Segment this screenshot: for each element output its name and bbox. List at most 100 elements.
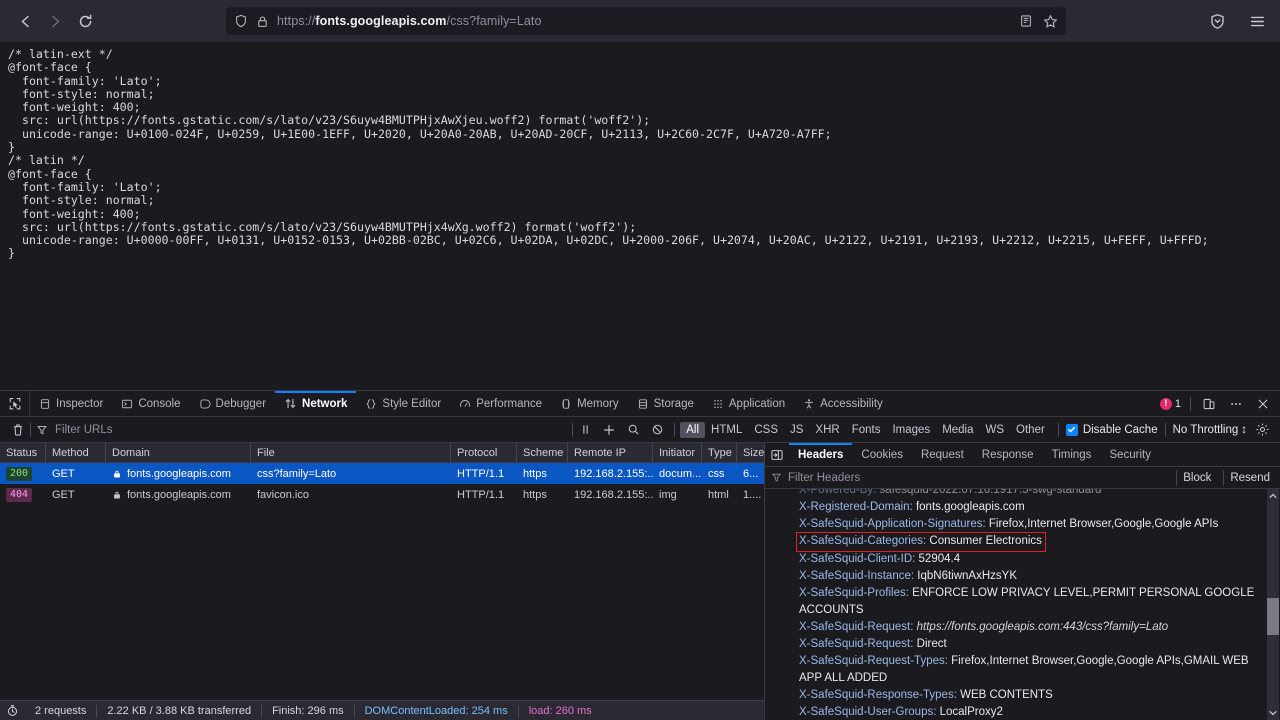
header-row[interactable]: X-SafeSquid-Request: Direct [773,636,1264,653]
column-header-size[interactable]: Size [737,443,765,462]
table-row[interactable]: 404 GET fonts.googleapis.com favicon.ico… [0,484,764,505]
lock-icon[interactable] [256,15,269,28]
header-row[interactable]: X-Powered-By: safesquid-2022.07.16.1917.… [773,489,1264,499]
details-tab-cookies[interactable]: Cookies [852,443,912,466]
element-picker-icon[interactable] [0,391,30,416]
tab-debugger[interactable]: Debugger [190,391,276,416]
column-header-initiator[interactable]: Initiator [653,443,702,462]
throttling-label: No Throttling [1172,423,1239,436]
table-row[interactable]: 200 GET fonts.googleapis.com css?family=… [0,463,764,484]
header-row-highlighted[interactable]: X-SafeSquid-Categories: Consumer Electro… [773,532,1264,552]
reader-view-icon[interactable] [1019,14,1033,28]
cell-protocol: HTTP/1.1 [457,467,505,480]
hamburger-menu-icon[interactable] [1244,8,1270,34]
address-bar[interactable]: https://fonts.googleapis.com/css?family=… [226,7,1066,35]
stopwatch-icon[interactable] [4,704,25,717]
tab-storage[interactable]: Storage [628,391,703,416]
shield-icon[interactable] [234,14,248,28]
star-icon[interactable] [1043,14,1058,29]
headers-scrollbar[interactable] [1267,489,1279,720]
scrollbar-track[interactable] [1267,503,1279,706]
tab-label: Debugger [215,397,267,410]
chevron-down-icon[interactable] [1268,706,1278,720]
tab-network[interactable]: Network [275,391,357,416]
header-row[interactable]: X-Registered-Domain: fonts.googleapis.co… [773,499,1264,516]
close-icon[interactable] [1254,395,1272,413]
filter-ws[interactable]: WS [980,422,1011,438]
column-header-file[interactable]: File [251,443,451,462]
tab-application[interactable]: Application [703,391,794,416]
header-name: X-SafeSquid-Request: [799,638,914,650]
tab-inspector[interactable]: Inspector [30,391,112,416]
headers-filter-placeholder[interactable]: Filter Headers [788,472,1170,484]
network-table-header: Status Method Domain File Protocol Schem… [0,443,765,463]
details-tab-headers[interactable]: Headers [789,443,853,466]
cell-remote-ip: 192.168.2.155:... [574,467,653,480]
tab-accessibility[interactable]: Accessibility [794,391,892,416]
header-name: X-SafeSquid-Categories: [799,535,927,547]
header-row[interactable]: X-SafeSquid-Instance: IqbN6tiwnAxHzsYK [773,568,1264,585]
header-row[interactable]: X-SafeSquid-Response-Types: WEB CONTENTS [773,687,1264,704]
resend-button[interactable]: Resend [1223,469,1276,486]
column-header-remote-ip[interactable]: Remote IP [568,443,653,462]
header-row[interactable]: X-SafeSquid-Client-ID: 52904.4 [773,551,1264,568]
error-count-badge[interactable]: ! 1 [1159,397,1181,410]
header-row[interactable]: X-SafeSquid-Request-Types: Firefox,Inter… [773,653,1264,687]
column-header-status[interactable]: Status [0,443,46,462]
filter-html[interactable]: HTML [705,422,748,438]
header-name: X-SafeSquid-Request-Types: [799,655,948,667]
status-badge: 200 [6,466,33,481]
column-header-method[interactable]: Method [46,443,106,462]
filter-fonts[interactable]: Fonts [846,422,887,438]
header-row[interactable]: X-SafeSquid-Profiles: ENFORCE LOW PRIVAC… [773,585,1264,619]
column-header-scheme[interactable]: Scheme [517,443,568,462]
toggle-sidebar-icon[interactable] [765,443,789,466]
header-row[interactable]: X-SafeSquid-Application-Signatures: Fire… [773,516,1264,533]
filter-urls-input[interactable]: Filter URLs [31,421,572,439]
more-options-icon[interactable] [1227,395,1245,413]
account-shield-icon[interactable] [1204,8,1230,34]
cell-scheme: https [523,488,547,501]
plus-icon[interactable] [600,421,618,439]
filter-css[interactable]: CSS [748,422,784,438]
headers-filter-bar: Filter Headers Block Resend [765,467,1280,489]
filter-other[interactable]: Other [1010,422,1051,438]
header-row[interactable]: X-SafeSquid-User-Groups: LocalProxy2 [773,704,1264,720]
column-header-domain[interactable]: Domain [106,443,251,462]
tab-console[interactable]: Console [112,391,189,416]
filter-xhr[interactable]: XHR [809,422,845,438]
gear-icon[interactable] [1253,421,1271,439]
block-icon[interactable] [648,421,666,439]
details-tab-response[interactable]: Response [973,443,1043,466]
lock-icon [112,490,122,500]
filter-media[interactable]: Media [936,422,979,438]
chevron-up-icon[interactable] [1268,489,1278,503]
back-button[interactable] [10,6,40,36]
block-button[interactable]: Block [1176,469,1217,486]
details-tab-timings[interactable]: Timings [1043,443,1101,466]
headers-list[interactable]: X-Powered-By: safesquid-2022.07.16.1917.… [765,489,1280,720]
details-tab-request[interactable]: Request [912,443,973,466]
tab-memory[interactable]: Memory [551,391,628,416]
tab-style-editor[interactable]: Style Editor [356,391,450,416]
tab-performance[interactable]: Performance [450,391,551,416]
responsive-design-mode-icon[interactable] [1200,395,1218,413]
cell-domain: fonts.googleapis.com [106,484,251,505]
filter-images[interactable]: Images [886,422,936,438]
cell-protocol: HTTP/1.1 [457,488,505,501]
details-tab-security[interactable]: Security [1100,443,1160,466]
pause-icon[interactable] [576,421,594,439]
storage-icon [637,398,649,410]
throttling-select[interactable]: No Throttling ↕ [1173,424,1247,436]
trash-icon[interactable] [9,421,27,439]
search-icon[interactable] [624,421,642,439]
filter-all[interactable]: All [680,421,706,438]
forward-button[interactable] [40,6,70,36]
filter-js[interactable]: JS [784,422,809,438]
scrollbar-thumb[interactable] [1267,598,1279,635]
reload-button[interactable] [70,6,100,36]
header-row[interactable]: X-SafeSquid-Request: https://fonts.googl… [773,619,1264,636]
disable-cache-checkbox[interactable]: Disable Cache [1065,423,1158,436]
column-header-protocol[interactable]: Protocol [451,443,517,462]
column-header-type[interactable]: Type [702,443,737,462]
